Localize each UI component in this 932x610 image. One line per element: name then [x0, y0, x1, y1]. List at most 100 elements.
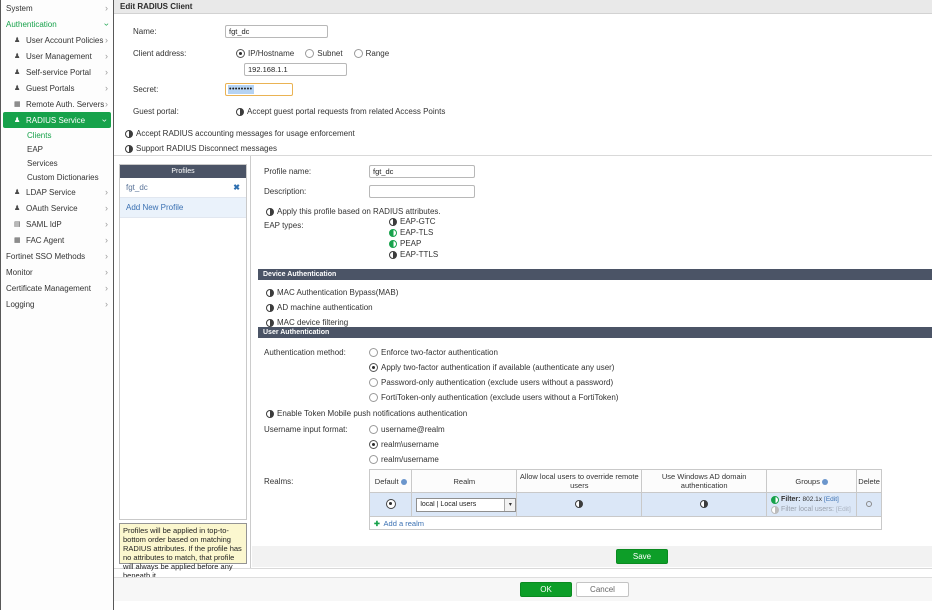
- plus-icon: ✚: [374, 521, 380, 528]
- chevron-down-icon: ›: [100, 119, 109, 122]
- realms-header-row: Default Realm Allow local users to overr…: [370, 470, 882, 493]
- sidebar-item-system[interactable]: System ›: [1, 0, 113, 16]
- sidebar-item-ldap-service[interactable]: ♟ LDAP Service ›: [1, 184, 113, 200]
- chevron-right-icon: ›: [105, 52, 108, 61]
- sidebar-item-label: RADIUS Service: [26, 116, 103, 125]
- client-address-ip-hostname-radio[interactable]: [236, 49, 245, 58]
- sidebar-item-clients[interactable]: Clients: [1, 128, 113, 142]
- token-push-toggle[interactable]: [266, 410, 274, 418]
- radius-accounting-toggle[interactable]: [125, 130, 133, 138]
- save-button[interactable]: Save: [616, 549, 668, 564]
- user-icon: ♟: [14, 205, 23, 212]
- sidebar-item-logging[interactable]: Logging ›: [1, 296, 113, 312]
- sidebar-item-label: System: [6, 4, 105, 13]
- chevron-right-icon: ›: [105, 84, 108, 93]
- sidebar-item-user-management[interactable]: ♟ User Management ›: [1, 48, 113, 64]
- sidebar-item-eap[interactable]: EAP: [1, 142, 113, 156]
- add-new-profile-button[interactable]: Add New Profile: [120, 198, 246, 218]
- profile-item-name: fgt_dc: [126, 183, 148, 192]
- client-address-range-radio[interactable]: [354, 49, 363, 58]
- format-realm-slash-username-radio[interactable]: [369, 455, 378, 464]
- peap-toggle[interactable]: [389, 240, 397, 248]
- col-delete: Delete: [857, 470, 882, 493]
- sidebar-item-label: Clients: [27, 131, 108, 140]
- auth-method-enforce-2fa-radio[interactable]: [369, 348, 378, 357]
- profile-name-label: Profile name:: [264, 167, 369, 176]
- delete-realm-icon[interactable]: [866, 501, 872, 507]
- sidebar-item-fortinet-sso-methods[interactable]: Fortinet SSO Methods ›: [1, 248, 113, 264]
- chevron-right-icon: ›: [105, 268, 108, 277]
- cancel-button[interactable]: Cancel: [576, 582, 629, 597]
- realms-table: Default Realm Allow local users to overr…: [369, 469, 882, 530]
- client-address-input[interactable]: [244, 63, 347, 76]
- col-realm: Realm: [412, 470, 517, 493]
- sidebar-item-remote-auth-servers[interactable]: ▦ Remote Auth. Servers ›: [1, 96, 113, 112]
- filter-local-users-toggle[interactable]: [771, 506, 779, 514]
- chevron-right-icon: ›: [105, 300, 108, 309]
- sidebar-item-label: Logging: [6, 300, 105, 309]
- client-address-subnet-radio[interactable]: [305, 49, 314, 58]
- eap-gtc-toggle[interactable]: [389, 218, 397, 226]
- mab-label: MAC Authentication Bypass(MAB): [277, 288, 398, 297]
- sidebar-item-label: User Management: [26, 52, 105, 61]
- secret-input[interactable]: ••••••••: [225, 83, 293, 96]
- secret-value: ••••••••: [228, 85, 254, 94]
- profile-name-input[interactable]: [369, 165, 475, 178]
- auth-method-password-only-radio[interactable]: [369, 378, 378, 387]
- format-realm-backslash-username-radio[interactable]: [369, 440, 378, 449]
- auth-method-label: Apply two-factor authentication if avail…: [381, 363, 614, 372]
- sidebar-item-custom-dictionaries[interactable]: Custom Dictionaries: [1, 170, 113, 184]
- profile-list-item[interactable]: fgt_dc ✖: [120, 178, 246, 198]
- sidebar-item-self-service-portal[interactable]: ♟ Self-service Portal ›: [1, 64, 113, 80]
- user-authentication-header: User Authentication: [258, 327, 932, 338]
- realm-select[interactable]: local | Local users ▾: [416, 498, 516, 512]
- main-content: Edit RADIUS Client Name: Client address:…: [114, 0, 932, 610]
- grid-icon: ▦: [14, 237, 23, 244]
- auth-method-apply-2fa-radio[interactable]: [369, 363, 378, 372]
- token-push-label: Enable Token Mobile push notifications a…: [277, 409, 467, 418]
- filter-local-users-edit-link[interactable]: [Edit]: [836, 505, 851, 515]
- sidebar-item-radius-service[interactable]: ♟ RADIUS Service ›: [3, 112, 111, 128]
- servers-icon: ▦: [14, 101, 23, 108]
- apply-radius-attributes-toggle[interactable]: [266, 208, 274, 216]
- groups-filter-toggle[interactable]: [771, 496, 779, 504]
- document-icon: ▤: [14, 221, 23, 228]
- radius-disconnect-toggle[interactable]: [125, 145, 133, 153]
- chevron-right-icon: ›: [105, 4, 108, 13]
- sidebar-item-authentication[interactable]: Authentication ›: [1, 16, 113, 32]
- eap-tls-toggle[interactable]: [389, 229, 397, 237]
- ad-machine-auth-toggle[interactable]: [266, 304, 274, 312]
- allow-local-override-toggle[interactable]: [575, 500, 583, 508]
- sidebar-item-oauth-service[interactable]: ♟ OAuth Service ›: [1, 200, 113, 216]
- apply-radius-attributes-label: Apply this profile based on RADIUS attri…: [277, 207, 441, 216]
- filter-local-users-label: Filter local users:: [781, 505, 834, 515]
- eap-ttls-toggle[interactable]: [389, 251, 397, 259]
- sidebar-item-label: Fortinet SSO Methods: [6, 252, 105, 261]
- use-windows-ad-toggle[interactable]: [700, 500, 708, 508]
- sidebar-item-guest-portals[interactable]: ♟ Guest Portals ›: [1, 80, 113, 96]
- chevron-right-icon: ›: [105, 36, 108, 45]
- sidebar-item-services[interactable]: Services: [1, 156, 113, 170]
- sidebar-item-certificate-management[interactable]: Certificate Management ›: [1, 280, 113, 296]
- remove-profile-icon[interactable]: ✖: [233, 183, 240, 192]
- sidebar-item-user-account-policies[interactable]: ♟ User Account Policies ›: [1, 32, 113, 48]
- add-realm-link[interactable]: Add a realm: [384, 519, 424, 528]
- sidebar-item-monitor[interactable]: Monitor ›: [1, 264, 113, 280]
- groups-filter-edit-link[interactable]: [Edit]: [824, 495, 839, 505]
- ok-button[interactable]: OK: [520, 582, 572, 597]
- name-input[interactable]: [225, 25, 328, 38]
- sidebar-item-saml-idp[interactable]: ▤ SAML IdP ›: [1, 216, 113, 232]
- default-realm-radio[interactable]: [386, 499, 396, 509]
- mac-device-filtering-toggle[interactable]: [266, 319, 274, 327]
- ad-machine-auth-label: AD machine authentication: [277, 303, 373, 312]
- mab-toggle[interactable]: [266, 289, 274, 297]
- guest-portal-toggle[interactable]: [236, 108, 244, 116]
- realm-select-value: local | Local users: [417, 501, 504, 508]
- sidebar-item-fac-agent[interactable]: ▦ FAC Agent ›: [1, 232, 113, 248]
- auth-method-fortitoken-only-radio[interactable]: [369, 393, 378, 402]
- user-icon: ♟: [14, 189, 23, 196]
- format-username-at-realm-radio[interactable]: [369, 425, 378, 434]
- profiles-note: Profiles will be applied in top-to-botto…: [119, 523, 247, 564]
- description-input[interactable]: [369, 185, 475, 198]
- sidebar-item-label: Self-service Portal: [26, 68, 105, 77]
